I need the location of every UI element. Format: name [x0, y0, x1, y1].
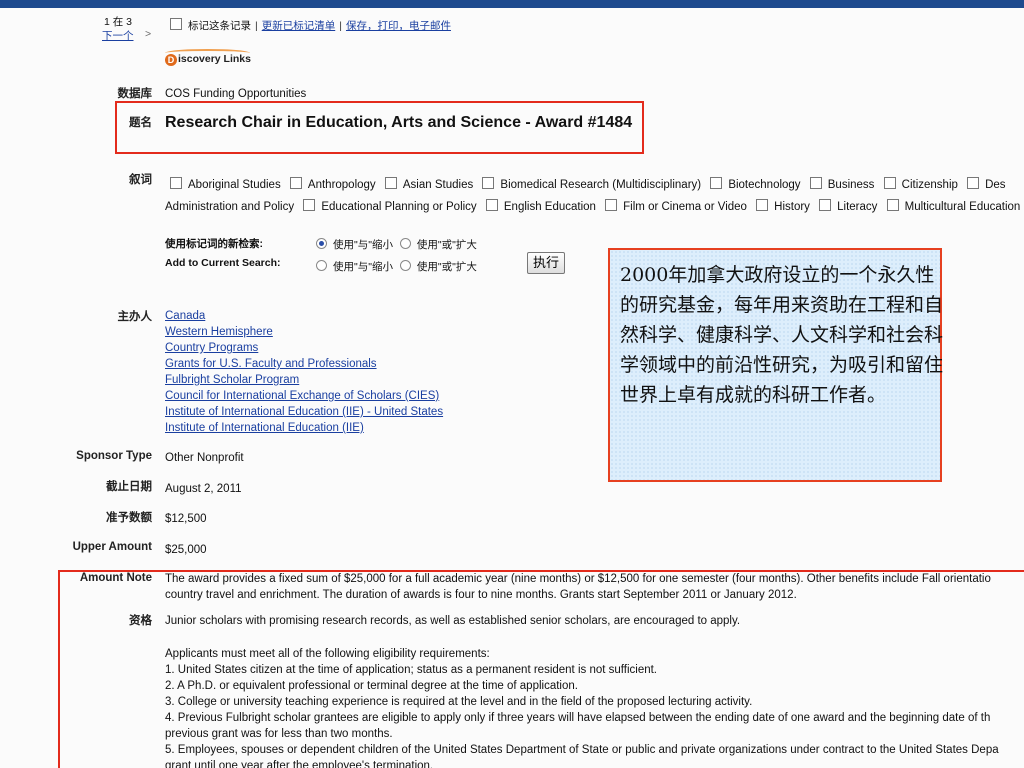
save-print-email-link[interactable]: 保存，打印，电子邮件: [346, 20, 451, 32]
record-position: 1 在 3: [104, 16, 133, 28]
record-toolbar: 标记这条记录 | 更新已标记清单 | 保存，打印，电子邮件: [170, 18, 451, 33]
database-label: 数据库: [117, 88, 153, 100]
and-narrow-radio[interactable]: [316, 260, 327, 271]
descriptor-item[interactable]: Literacy: [819, 199, 878, 213]
sponsor-link[interactable]: Western Hemisphere: [165, 326, 273, 338]
descriptor-checkbox[interactable]: [886, 199, 899, 211]
descriptor-checkbox[interactable]: [710, 177, 723, 189]
logo-swoosh: [165, 49, 250, 57]
descriptor-label: Asian Studies: [402, 179, 474, 191]
sponsor-type-value: Other Nonprofit: [165, 452, 244, 464]
record-page: 1 在 3 下一个 > 标记这条记录 | 更新已标记清单 | 保存，打印，电子邮件 Di…: [0, 8, 1024, 768]
mark-record-checkbox[interactable]: [170, 18, 182, 30]
logo-initial: D: [165, 54, 177, 66]
descriptor-checkbox[interactable]: [809, 177, 822, 189]
or-broaden-radio[interactable]: [399, 260, 411, 271]
descriptor-label: English Education: [503, 201, 596, 213]
discovery-links-logo[interactable]: Discovery Links: [165, 49, 251, 69]
descriptor-label: Citizenship: [901, 179, 958, 191]
descriptor-checkbox[interactable]: [289, 177, 302, 189]
descriptor-label: Biotechnology: [728, 179, 801, 191]
descriptor-checkbox[interactable]: [819, 199, 832, 211]
descriptor-label: Business: [827, 179, 875, 191]
mark-record-label: 标记这条记录: [188, 20, 251, 32]
descriptor-item[interactable]: Business: [809, 177, 875, 191]
descriptor-label: Multicultural Education: [904, 201, 1021, 213]
sponsor-link[interactable]: Grants for U.S. Faculty and Professional…: [165, 358, 377, 370]
descriptor-item[interactable]: Citizenship: [883, 177, 958, 191]
sponsor-link[interactable]: Council for International Exchange of Sc…: [165, 390, 439, 402]
descriptor-label: Des: [985, 179, 1006, 191]
sponsor-type-label: Sponsor Type: [76, 450, 152, 462]
or-broaden-radio[interactable]: [399, 238, 411, 249]
descriptor-label: Administration and Policy: [165, 201, 295, 213]
descriptor-item[interactable]: Biotechnology: [710, 177, 801, 191]
sponsor-link[interactable]: Canada: [165, 310, 205, 322]
descriptor-item[interactable]: English Education: [485, 199, 596, 213]
descriptor-label: Aboriginal Studies: [188, 179, 281, 191]
descriptor-item[interactable]: Educational Planning or Policy: [303, 199, 477, 213]
descriptor-checkbox[interactable]: [482, 177, 495, 189]
descriptor-checkbox[interactable]: [384, 177, 397, 189]
details-highlight-box: [58, 570, 1024, 768]
descriptor-item[interactable]: Anthropology: [289, 177, 376, 191]
descriptors-row-2: Administration and Policy Educational Pl…: [165, 199, 1020, 213]
sponsor-link[interactable]: Country Programs: [165, 342, 258, 354]
descriptor-checkbox[interactable]: [485, 199, 498, 211]
new-search-label: 使用标记词的新检索:: [165, 238, 263, 250]
and-narrow-radio[interactable]: [316, 238, 327, 249]
upper-amount-value: $25,000: [165, 544, 207, 556]
descriptor-label: Film or Cinema or Video: [623, 201, 747, 213]
or-broaden-label: 使用"或"扩大: [416, 239, 477, 251]
descriptor-label: History: [774, 201, 810, 213]
descriptor-item[interactable]: Aboriginal Studies: [170, 177, 281, 191]
descriptor-item[interactable]: History: [756, 199, 810, 213]
descriptor-label: Biomedical Research (Multidisciplinary): [500, 179, 702, 191]
window-top-border: [0, 0, 1024, 8]
add-search-options: 使用"与"缩小 使用"或"扩大: [316, 259, 477, 274]
descriptor-checkbox[interactable]: [883, 177, 896, 189]
descriptor-checkbox[interactable]: [756, 199, 769, 211]
descriptor-item[interactable]: Multicultural Education: [886, 199, 1021, 213]
descriptor-label: Educational Planning or Policy: [321, 201, 477, 213]
deadline-value: August 2, 2011: [165, 483, 242, 495]
next-record-link[interactable]: 下一个: [102, 28, 134, 43]
descriptor-item[interactable]: Des: [967, 177, 1006, 191]
descriptor-item[interactable]: Biomedical Research (Multidisciplinary): [482, 177, 702, 191]
descriptor-item[interactable]: Asian Studies: [384, 177, 474, 191]
sponsor-link[interactable]: Institute of International Education (II…: [165, 422, 364, 434]
database-value: COS Funding Opportunities: [165, 88, 307, 100]
descriptor-checkbox[interactable]: [605, 199, 618, 211]
descriptor-item[interactable]: Film or Cinema or Video: [605, 199, 747, 213]
toolbar-separator: |: [339, 20, 342, 32]
sponsor-link[interactable]: Institute of International Education (II…: [165, 406, 443, 418]
execute-button[interactable]: 执行: [527, 252, 565, 274]
annotation-text: 2000年加拿大政府设立的一个永久性的研究基金，每年用来资助在工程和自然科学、健…: [620, 264, 944, 406]
and-narrow-label: 使用"与"缩小: [333, 261, 393, 273]
toolbar-separator: |: [255, 20, 258, 32]
upper-amount-label: Upper Amount: [72, 541, 152, 553]
new-search-options: 使用"与"缩小 使用"或"扩大: [316, 237, 477, 252]
descriptor-label: Anthropology: [307, 179, 376, 191]
descriptors-label: 叙词: [129, 174, 152, 186]
amount-label: 准予数额: [106, 512, 152, 524]
descriptor-checkbox[interactable]: [303, 199, 316, 211]
update-marked-list-link[interactable]: 更新已标记清单: [262, 20, 336, 32]
descriptor-checkbox[interactable]: [170, 177, 182, 189]
add-to-search-label: Add to Current Search:: [165, 257, 281, 269]
and-narrow-label: 使用"与"缩小: [333, 239, 393, 251]
amount-value: $12,500: [165, 513, 207, 525]
annotation-callout: 2000年加拿大政府设立的一个永久性的研究基金，每年用来资助在工程和自然科学、健…: [608, 248, 943, 482]
next-arrow-icon: >: [145, 28, 152, 40]
or-broaden-label: 使用"或"扩大: [416, 261, 477, 273]
descriptor-label: Literacy: [837, 201, 878, 213]
sponsor-label: 主办人: [117, 311, 153, 323]
sponsor-link[interactable]: Fulbright Scholar Program: [165, 374, 299, 386]
descriptor-checkbox[interactable]: [967, 177, 980, 189]
deadline-label: 截止日期: [106, 481, 152, 493]
title-highlight-box: [115, 101, 644, 154]
descriptors-row-1: Aboriginal Studies Anthropology Asian St…: [170, 177, 1006, 191]
